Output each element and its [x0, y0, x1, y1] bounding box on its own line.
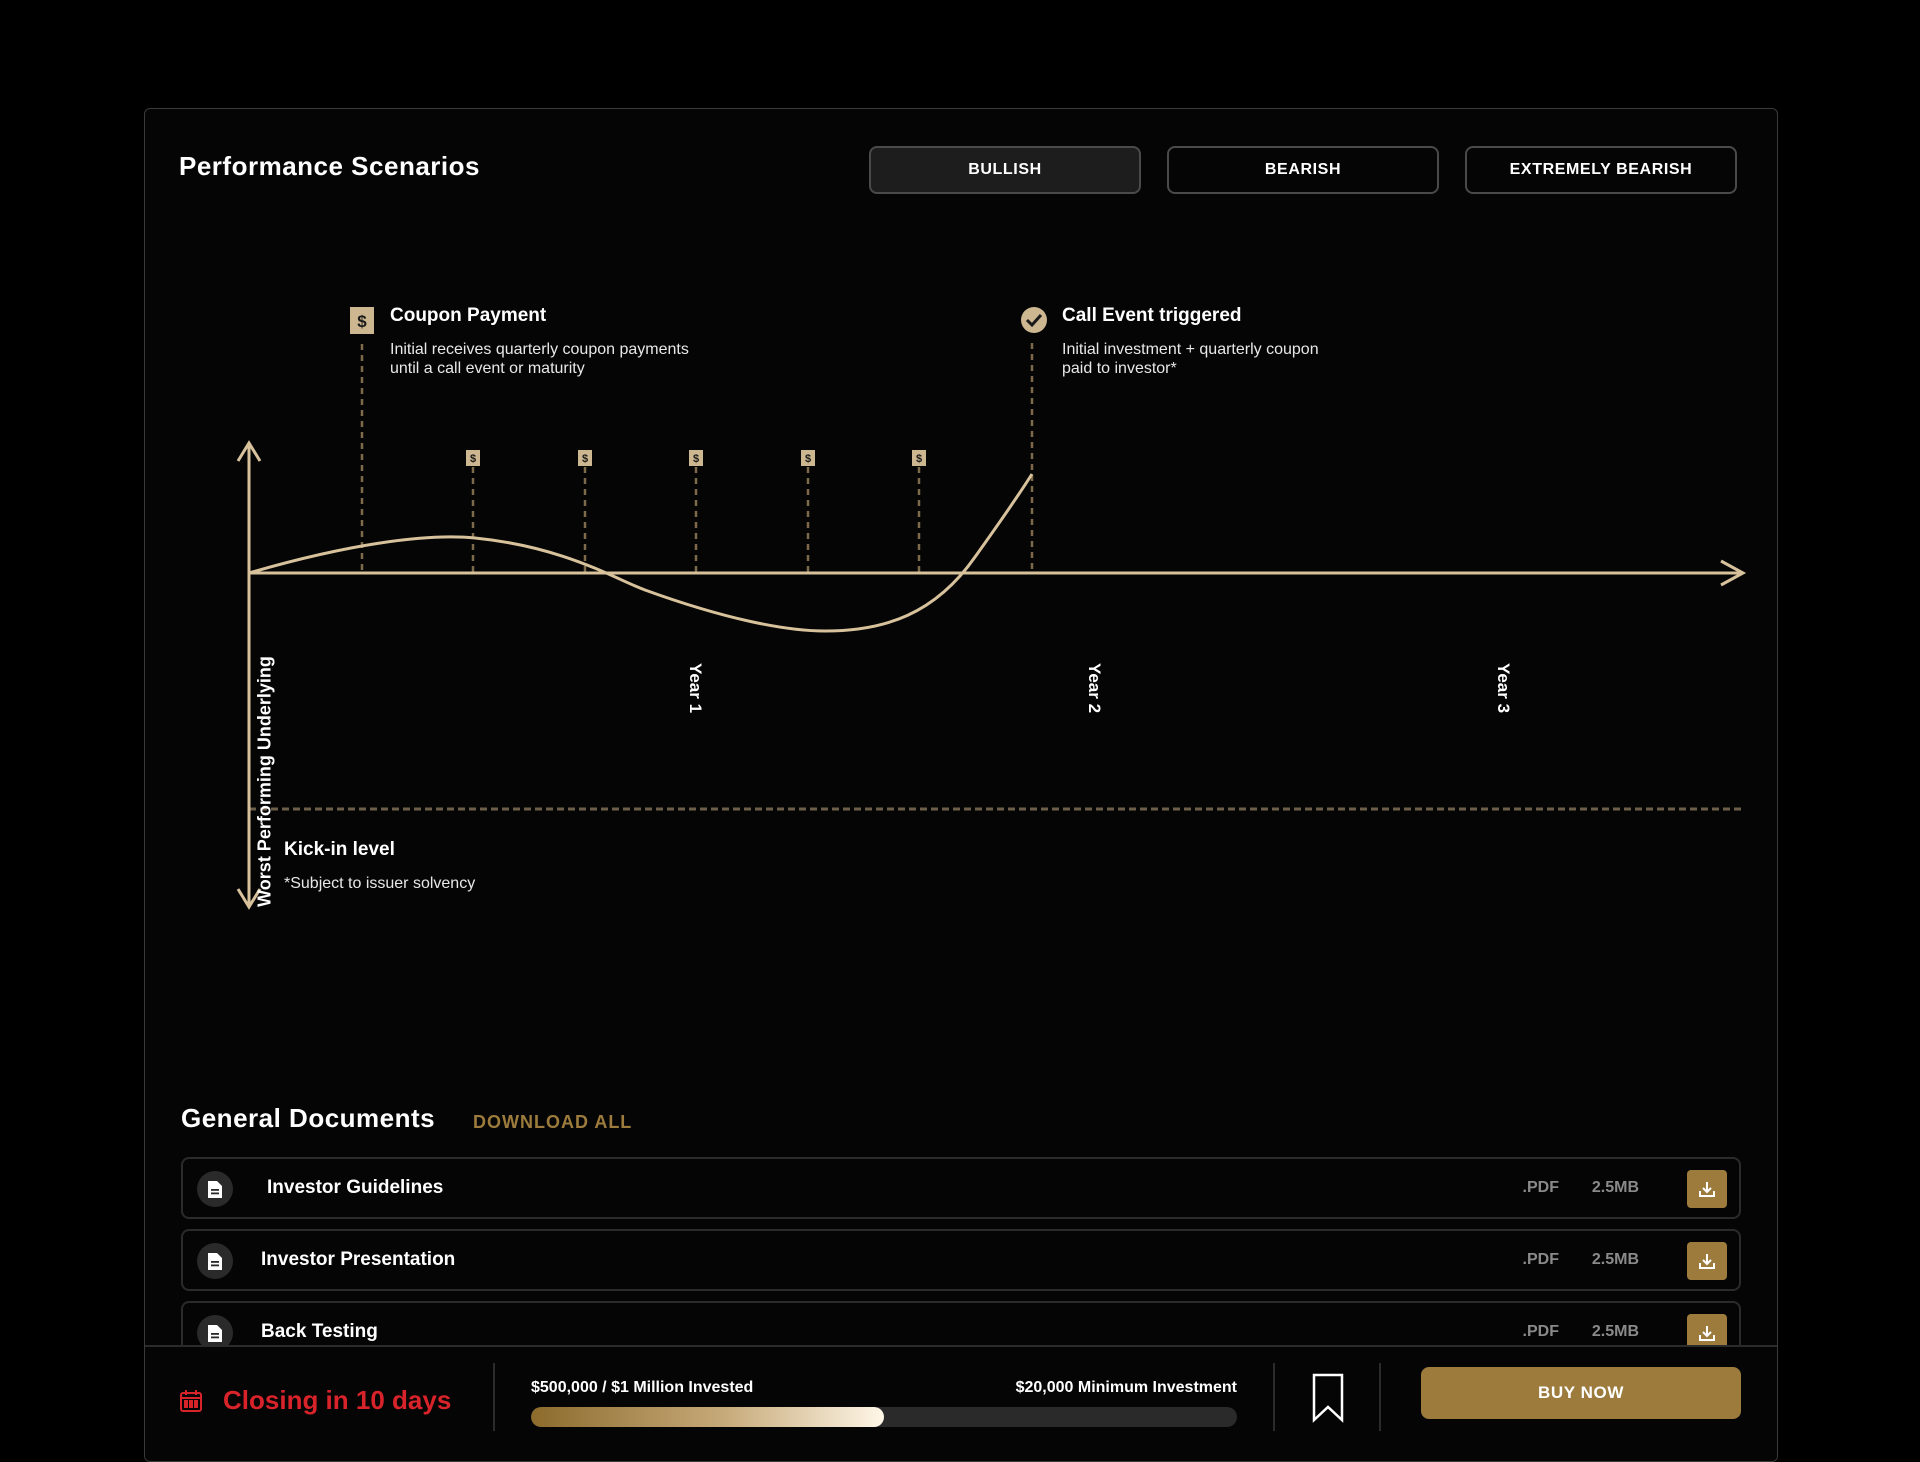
svg-text:$: $: [582, 453, 588, 465]
file-icon: [197, 1243, 233, 1279]
bookmark-icon[interactable]: [1311, 1373, 1345, 1428]
document-ext: .PDF: [1522, 1179, 1559, 1196]
document-row[interactable]: Investor Guidelines .PDF 2.5MB: [181, 1157, 1741, 1219]
download-icon[interactable]: [1687, 1242, 1727, 1280]
scenario-chart: $ $ $ $ $ $: [236, 307, 1747, 910]
chart-axes: [236, 440, 1747, 910]
divider: [1379, 1363, 1381, 1431]
coupon-marker-icon: $: [578, 450, 592, 466]
buy-now-button[interactable]: BUY NOW: [1421, 1367, 1741, 1419]
document-size: 2.5MB: [1591, 1179, 1639, 1196]
download-icon[interactable]: [1687, 1170, 1727, 1208]
x-tick-year-1: Year 1: [686, 662, 705, 714]
document-name: Back Testing: [261, 1321, 378, 1342]
performance-panel: Performance Scenarios BULLISH BEARISH EX…: [144, 108, 1778, 1462]
x-tick-year-3: Year 3: [1494, 662, 1513, 714]
documents-title: General Documents: [181, 1103, 436, 1133]
call-event-check-icon: [1021, 307, 1047, 333]
document-name: Investor Presentation: [261, 1249, 456, 1270]
svg-text:$: $: [693, 453, 699, 465]
document-size: 2.5MB: [1591, 1323, 1639, 1340]
invested-amount: $500,000 / $1 Million Invested: [531, 1379, 754, 1396]
coupon-marker-icon: $: [689, 450, 703, 466]
call-event-description-1: Initial investment + quarterly coupon: [1062, 341, 1319, 358]
document-ext: .PDF: [1522, 1323, 1559, 1340]
document-ext: .PDF: [1522, 1251, 1559, 1268]
svg-text:$: $: [357, 312, 367, 331]
document-size: 2.5MB: [1591, 1251, 1639, 1268]
x-tick-year-2: Year 2: [1085, 662, 1104, 714]
closing-countdown: Closing in 10 days: [223, 1385, 452, 1415]
investment-progress-bar: [531, 1407, 1237, 1427]
coupon-marker-icon: $: [912, 450, 926, 466]
minimum-investment: $20,000 Minimum Investment: [1015, 1379, 1237, 1396]
y-axis-label: Worst Performing Underlying: [254, 656, 275, 907]
divider: [1273, 1363, 1275, 1431]
divider: [493, 1363, 495, 1431]
kick-in-note: *Subject to issuer solvency: [284, 875, 476, 892]
investment-progress-fill: [531, 1407, 884, 1427]
investment-footer: Closing in 10 days $500,000 / $1 Million…: [145, 1345, 1777, 1461]
coupon-title: Coupon Payment: [390, 305, 547, 326]
download-all-link[interactable]: DOWNLOAD ALL: [473, 1112, 632, 1133]
document-name: Investor Guidelines: [267, 1177, 444, 1198]
file-icon: [197, 1171, 233, 1207]
call-event-description-2: paid to investor*: [1062, 360, 1177, 377]
svg-text:$: $: [805, 453, 811, 465]
call-event-title: Call Event triggered: [1062, 305, 1242, 326]
coupon-marker-icon: $: [466, 450, 480, 466]
coupon-marker-icon: $: [801, 450, 815, 466]
svg-text:$: $: [470, 453, 476, 465]
performance-curve: [248, 473, 1034, 633]
document-row[interactable]: Investor Presentation .PDF 2.5MB: [181, 1229, 1741, 1291]
svg-text:$: $: [916, 453, 922, 465]
coupon-description-2: until a call event or maturity: [390, 360, 585, 377]
coupon-description-1: Initial receives quarterly coupon paymen…: [390, 341, 689, 358]
kick-in-title: Kick-in level: [284, 839, 395, 860]
calendar-icon: [179, 1389, 203, 1418]
coupon-dollar-icon: $: [350, 307, 374, 334]
